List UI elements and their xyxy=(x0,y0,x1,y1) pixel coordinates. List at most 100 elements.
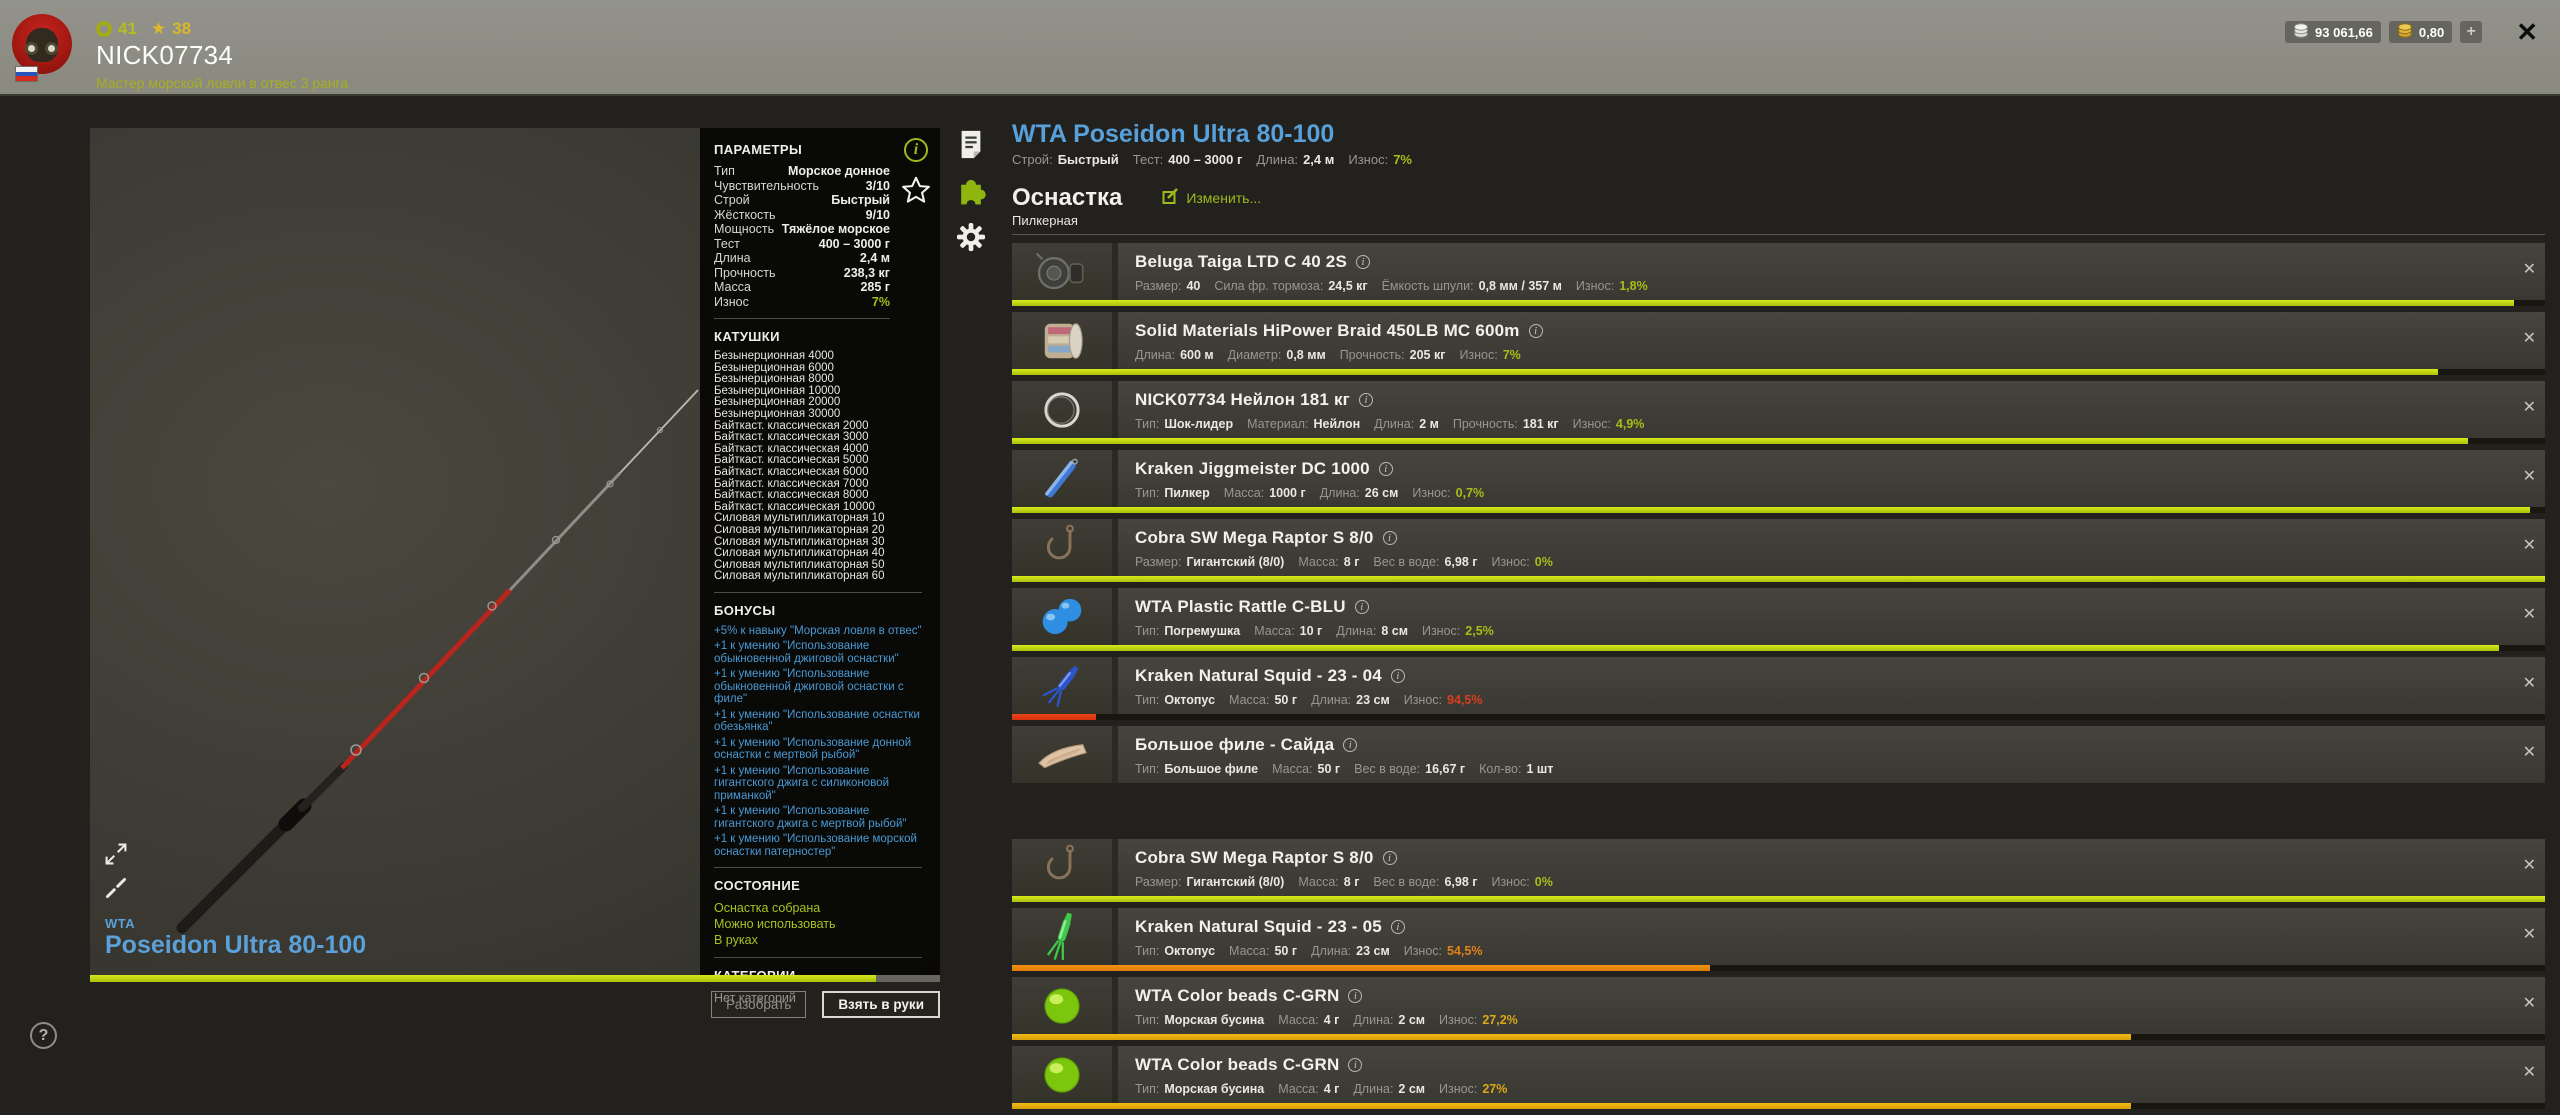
rig-item-stats: Тип: Большое филе Масса: 50 г Вес в воде: 16,… xyxy=(1135,762,1554,776)
bonus-item: +1 к умению "Использование гигантского д… xyxy=(714,764,889,802)
item-info-icon[interactable]: i xyxy=(1354,600,1369,614)
close-button[interactable]: ✕ xyxy=(2516,19,2538,45)
rig-type: Пилкерная xyxy=(1012,213,1078,228)
item-info-icon[interactable]: i xyxy=(1358,393,1373,407)
item-info-icon[interactable]: i xyxy=(1528,324,1543,338)
item-info-icon[interactable]: i xyxy=(1343,738,1358,752)
rig-item: WTA Plastic Rattle C-BLU i Тип: Погремушк… xyxy=(1012,588,2545,651)
remove-item-button[interactable]: ✕ xyxy=(2523,745,2536,761)
item-info-icon[interactable]: i xyxy=(1382,531,1397,545)
edit-rig-button[interactable]: Изменить... xyxy=(1162,188,1261,208)
rig-item-row[interactable]: Kraken Natural Squid - 23 - 04 i Тип: Окт… xyxy=(1012,657,2545,714)
silver-coin-icon xyxy=(2293,23,2309,41)
param-row: Чувствительность 3/10 xyxy=(714,178,890,193)
description-tab-document-icon[interactable] xyxy=(956,128,986,163)
param-row: Износ 7% xyxy=(714,294,890,309)
rig-item-name: Cobra SW Mega Raptor S 8/0 xyxy=(1135,528,1374,547)
item-durability-bar xyxy=(1012,896,2545,902)
rig-item-name: Cobra SW Mega Raptor S 8/0 xyxy=(1135,848,1374,867)
rig-item-row[interactable]: Cobra SW Mega Raptor S 8/0 i Размер: Гига… xyxy=(1012,839,2545,896)
reel-item: Силовая мультипликаторная 20 xyxy=(714,523,885,536)
remove-item-button[interactable]: ✕ xyxy=(2523,996,2536,1012)
rig-section-title: Оснастка xyxy=(1012,184,1123,211)
gold-currency-badge[interactable]: 0,80 xyxy=(2388,21,2453,43)
remove-item-button[interactable]: ✕ xyxy=(2523,400,2536,416)
add-funds-button[interactable]: + xyxy=(2460,21,2483,43)
rig-item-row[interactable]: Kraken Natural Squid - 23 - 05 i Тип: Окт… xyxy=(1012,908,2545,965)
item-durability-bar xyxy=(1012,645,2545,651)
rig-item-row[interactable]: WTA Color beads C-GRN i Тип: Морская буси… xyxy=(1012,1046,2545,1103)
rod-stat-line: Строй: Быстрый Тест: 400 – 3000 г Длина: 2,4 … xyxy=(1012,152,1412,167)
rig-item-row[interactable]: Solid Materials HiPower Braid 450LB MC 6… xyxy=(1012,312,2545,369)
state-item: В руках xyxy=(714,933,758,948)
remove-item-button[interactable]: ✕ xyxy=(2523,858,2536,874)
gold-coin-icon xyxy=(2397,23,2413,41)
remove-item-button[interactable]: ✕ xyxy=(2523,469,2536,485)
rig-tab-puzzle-icon[interactable] xyxy=(954,174,988,211)
rig-item-row[interactable]: Cobra SW Mega Raptor S 8/0 i Размер: Гига… xyxy=(1012,519,2545,576)
remove-item-button[interactable]: ✕ xyxy=(2523,1065,2536,1081)
item-durability-bar xyxy=(1012,576,2545,582)
reel-item: Силовая мультипликаторная 60 xyxy=(714,570,885,583)
username: NICK07734 xyxy=(96,40,234,70)
settings-tab-gear-icon[interactable] xyxy=(956,222,986,255)
rig-item-stats: Размер: Гигантский (8/0) Масса: 8 г Вес в во… xyxy=(1135,555,1553,569)
remove-item-button[interactable]: ✕ xyxy=(2523,607,2536,623)
rig-rod-title: WTA Poseidon Ultra 80-100 xyxy=(1012,120,1335,148)
item-info-icon[interactable]: i xyxy=(1390,669,1405,683)
rig-item-row[interactable]: WTA Color beads C-GRN i Тип: Морская буси… xyxy=(1012,977,2545,1034)
remove-item-button[interactable]: ✕ xyxy=(2523,538,2536,554)
rod-info-icon[interactable]: i xyxy=(904,138,928,162)
help-icon[interactable]: ? xyxy=(30,1022,57,1049)
rig-item-stats: Длина: 600 м Диаметр: 0,8 мм Прочность: 205 к… xyxy=(1135,348,1521,362)
hook-icon xyxy=(1012,839,1118,896)
rig-item-row[interactable]: NICK07734 Нейлон 181 кг i Тип: Шок-лидер М… xyxy=(1012,381,2545,438)
item-info-icon[interactable]: i xyxy=(1348,989,1363,1003)
rig-item-name: NICK07734 Нейлон 181 кг xyxy=(1135,390,1350,409)
bonus-item: +5% к навыку "Морская ловля в отвес" xyxy=(714,624,922,637)
rig-item: WTA Color beads C-GRN i Тип: Морская буси… xyxy=(1012,1046,2545,1109)
rig-item-stats: Тип: Пилкер Масса: 1000 г Длина: 26 см Износ: 0… xyxy=(1135,486,1485,500)
rig-item-name: Beluga Taiga LTD C 40 2S xyxy=(1135,252,1347,271)
reel-item: Безынерционная 4000 xyxy=(714,350,834,362)
bonus-item: +1 к умению "Использование оснастки обез… xyxy=(714,708,920,734)
expand-view-icon[interactable] xyxy=(104,842,128,869)
rig-item: Kraken Natural Squid - 23 - 04 i Тип: Окт… xyxy=(1012,657,2545,720)
item-info-icon[interactable]: i xyxy=(1356,255,1370,269)
user-block: 41 ★ 38 NICK07734 Мастер морской ловли в… xyxy=(96,19,349,91)
rig-item-row[interactable]: Kraken Jiggmeister DC 1000 i Тип: Пилкер М… xyxy=(1012,450,2545,507)
param-row: Жёсткость 9/10 xyxy=(714,207,890,222)
bonus-item: +1 к умению "Использование обыкновенной … xyxy=(714,668,904,706)
disassemble-button[interactable]: Разобрать xyxy=(711,991,807,1018)
param-row: Длина 2,4 м xyxy=(714,251,890,265)
item-info-icon[interactable]: i xyxy=(1348,1058,1363,1072)
rod-setup-icon[interactable] xyxy=(104,876,128,903)
edit-pencil-icon xyxy=(1162,188,1179,208)
silver-currency-badge[interactable]: 93 061,66 xyxy=(2285,21,2381,43)
favorite-star-icon[interactable] xyxy=(902,176,930,206)
item-durability-bar xyxy=(1012,438,2545,444)
bonus-item: +1 к умению "Использование обыкновенной … xyxy=(714,640,899,665)
item-durability-bar xyxy=(1012,507,2545,513)
rig-item-stats: Тип: Морская бусина Масса: 4 г Длина: 2 см Изн… xyxy=(1135,1013,1518,1027)
item-info-icon[interactable]: i xyxy=(1382,851,1397,865)
rig-item-row[interactable]: Большое филе - Сайда i Тип: Большое филе М… xyxy=(1012,726,2545,783)
rig-item: Большое филе - Сайда i Тип: Большое филе М… xyxy=(1012,726,2545,783)
rig-item-stats: Размер: Гигантский (8/0) Масса: 8 г Вес в во… xyxy=(1135,875,1553,889)
pilker-icon xyxy=(1012,450,1118,507)
item-info-icon[interactable]: i xyxy=(1390,920,1405,934)
remove-item-button[interactable]: ✕ xyxy=(2523,262,2536,278)
remove-item-button[interactable]: ✕ xyxy=(2523,927,2536,943)
take-in-hands-button[interactable]: Взять в руки xyxy=(822,991,940,1018)
rig-item-row[interactable]: Beluga Taiga LTD C 40 2S i Размер: 40 Сила… xyxy=(1012,243,2545,300)
remove-item-button[interactable]: ✕ xyxy=(2523,331,2536,347)
bonus-item: +1 к умению "Использование донной оснаст… xyxy=(714,736,912,762)
avatar[interactable] xyxy=(12,14,72,74)
player-rank-title: Мастер морской ловли в отвес 3 ранга xyxy=(96,75,349,91)
remove-item-button[interactable]: ✕ xyxy=(2523,676,2536,692)
bonuses-title: БОНУСЫ xyxy=(714,602,776,618)
rig-item: Solid Materials HiPower Braid 450LB MC 6… xyxy=(1012,312,2545,375)
rig-item-name: Solid Materials HiPower Braid 450LB MC 6… xyxy=(1135,321,1520,340)
item-info-icon[interactable]: i xyxy=(1378,462,1393,476)
rig-item-row[interactable]: WTA Plastic Rattle C-BLU i Тип: Погремушк… xyxy=(1012,588,2545,645)
